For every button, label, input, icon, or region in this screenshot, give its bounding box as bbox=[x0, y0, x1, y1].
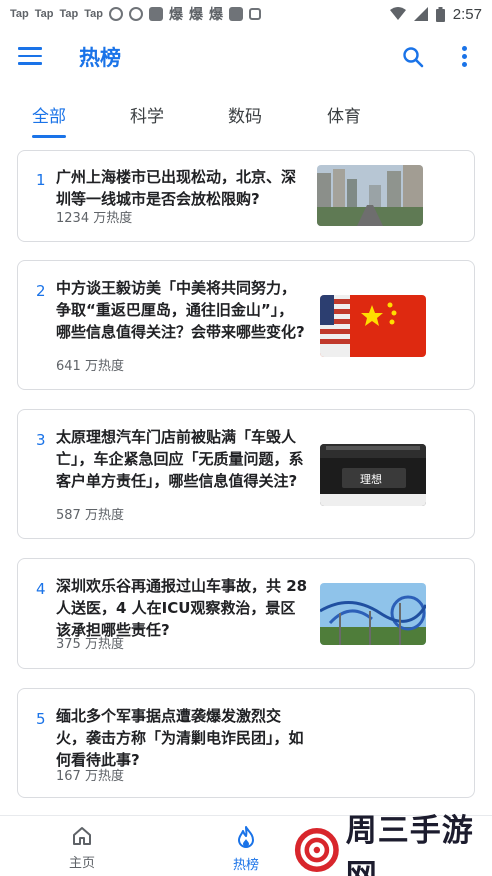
bao-icon: 爆 bbox=[209, 6, 223, 22]
search-icon[interactable] bbox=[401, 45, 425, 69]
battery-icon bbox=[435, 6, 445, 22]
bao-icon: 爆 bbox=[169, 6, 183, 22]
hot-list-item[interactable]: 4 深圳欢乐谷再通报过山车事故，共 28 人送医，4 人在ICU观察救治，景区该… bbox=[17, 558, 475, 669]
bao-icon: 爆 bbox=[189, 6, 203, 22]
item-title: 太原理想汽车门店前被贴满「车毁人亡」，车企紧急回应「无质量问题，系客户单方责任」… bbox=[56, 428, 304, 490]
nav-hot[interactable]: 热榜 bbox=[216, 826, 276, 873]
tap-notification-icon: Tap bbox=[84, 8, 103, 20]
hot-list-item[interactable]: 3 太原理想汽车门店前被贴满「车毁人亡」，车企紧急回应「无质量问题，系客户单方责… bbox=[17, 409, 475, 539]
item-heat: 587 万热度 bbox=[56, 508, 124, 523]
tap-notification-icon: Tap bbox=[34, 8, 54, 20]
item-heat: 375 万热度 bbox=[56, 637, 124, 652]
watermark-text: 周三手游网 bbox=[345, 813, 474, 876]
status-left: Tap Tap Tap Tap 爆 爆 爆 bbox=[10, 4, 261, 24]
app-notification-icon bbox=[229, 7, 243, 21]
item-title: 中方谈王毅访美「中美将共同努力，争取“重返巴厘岛，通往旧金山”」，哪些信息值得关… bbox=[56, 279, 305, 341]
category-tabs: 全部 科学 数码 体育 bbox=[0, 92, 492, 140]
page-title: 热榜 bbox=[79, 46, 121, 70]
nav-home-label: 主页 bbox=[68, 856, 95, 871]
status-right: 2:57 bbox=[389, 5, 482, 23]
tab-science[interactable]: 科学 bbox=[130, 102, 164, 127]
item-thumbnail bbox=[320, 295, 426, 357]
item-thumbnail: 理想 bbox=[320, 444, 426, 506]
watermark: 周三手游网 bbox=[294, 813, 492, 876]
app-notification-icon bbox=[149, 7, 163, 21]
item-rank: 5 bbox=[36, 710, 46, 728]
item-heat: 1234 万热度 bbox=[56, 211, 133, 226]
nav-home[interactable]: 主页 bbox=[52, 826, 112, 871]
item-heat: 167 万热度 bbox=[56, 769, 124, 784]
hot-list-item[interactable]: 1 广州上海楼市已出现松动，北京、深圳等一线城市是否会放松限购? 1234 万热… bbox=[17, 150, 475, 242]
home-icon bbox=[73, 827, 91, 845]
item-rank: 1 bbox=[36, 171, 46, 189]
item-rank: 3 bbox=[36, 431, 46, 449]
hot-list-item[interactable]: 5 缅北多个军事据点遭袭爆发激烈交火，袭击方称「为清剿电诈民团」，如何看待此事?… bbox=[17, 688, 475, 798]
tab-digital[interactable]: 数码 bbox=[228, 102, 262, 127]
tap-notification-icon: Tap bbox=[59, 8, 79, 20]
item-thumbnail bbox=[317, 165, 423, 226]
item-rank: 2 bbox=[36, 282, 46, 300]
more-options-icon[interactable] bbox=[462, 46, 468, 68]
item-heat: 641 万热度 bbox=[56, 359, 124, 374]
status-time: 2:57 bbox=[452, 5, 482, 23]
sync-icon bbox=[109, 7, 123, 21]
item-rank: 4 bbox=[36, 580, 46, 598]
item-thumbnail bbox=[320, 583, 426, 645]
signal-icon bbox=[413, 7, 428, 21]
tab-all[interactable]: 全部 bbox=[32, 102, 66, 127]
watermark-logo-icon bbox=[294, 828, 339, 872]
tab-sports[interactable]: 体育 bbox=[327, 102, 361, 127]
nav-hot-label: 热榜 bbox=[232, 858, 259, 873]
app-bar: 热榜 bbox=[0, 30, 492, 84]
flame-icon bbox=[238, 826, 254, 848]
sync-icon bbox=[129, 7, 143, 21]
tab-indicator bbox=[32, 135, 66, 138]
wifi-icon bbox=[389, 7, 406, 20]
app-notification-icon bbox=[249, 8, 261, 20]
item-title: 广州上海楼市已出现松动，北京、深圳等一线城市是否会放松限购? bbox=[56, 168, 297, 208]
brand-logo: 理想 bbox=[360, 472, 382, 486]
status-bar: Tap Tap Tap Tap 爆 爆 爆 2:57 bbox=[0, 0, 492, 28]
tap-notification-icon: Tap bbox=[10, 8, 29, 20]
item-title: 深圳欢乐谷再通报过山车事故，共 28 人送医，4 人在ICU观察救治，景区该承担… bbox=[56, 577, 308, 639]
hot-list-item[interactable]: 2 中方谈王毅访美「中美将共同努力，争取“重返巴厘岛，通往旧金山”」，哪些信息值… bbox=[17, 260, 475, 390]
menu-icon[interactable] bbox=[18, 47, 42, 67]
item-title: 缅北多个军事据点遭袭爆发激烈交火，袭击方称「为清剿电诈民团」，如何看待此事? bbox=[56, 707, 304, 769]
